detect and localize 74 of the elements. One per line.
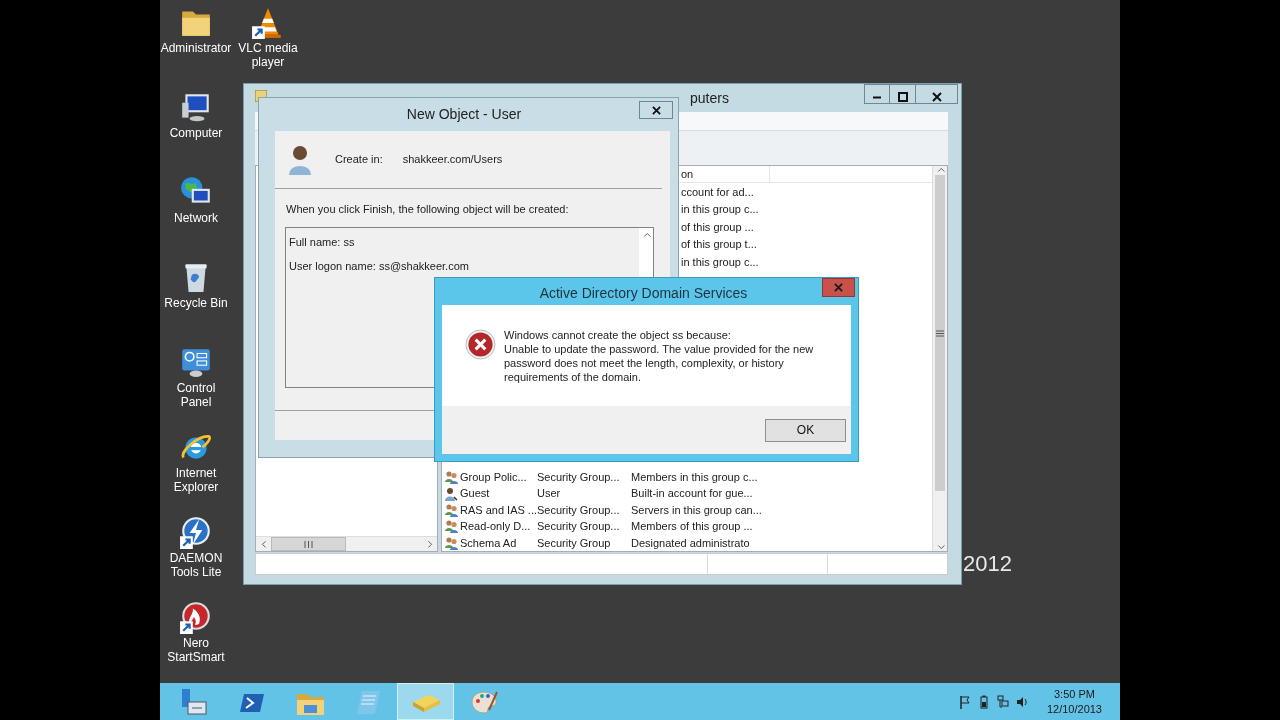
table-cell-text: Built-in account for gue... bbox=[631, 486, 753, 502]
chevron-up-icon bbox=[936, 166, 945, 174]
table-cell-text: Security Group... bbox=[537, 502, 621, 518]
table-cell-text: of this group ... bbox=[681, 219, 754, 235]
group-icon bbox=[444, 503, 458, 518]
wallpaper-text: 2012 bbox=[963, 550, 1012, 578]
dialog-title: Active Directory Domain Services bbox=[538, 284, 749, 303]
close-icon bbox=[931, 92, 942, 102]
desktop-icon-label[interactable]: VLC media player bbox=[232, 41, 304, 69]
table-cell[interactable]: Guest bbox=[460, 485, 490, 502]
close-icon bbox=[834, 283, 843, 292]
ok-button[interactable]: OK bbox=[765, 418, 846, 442]
table-cell-text: Members of this group ... bbox=[631, 519, 753, 535]
close-icon bbox=[651, 105, 661, 115]
table-cell[interactable]: Read-only D... bbox=[460, 518, 531, 535]
table-cell-text: Designated administrato bbox=[631, 535, 750, 551]
message-text: Windows cannot create the object ss because: bbox=[504, 328, 732, 342]
dialog-title: New Object - User bbox=[405, 105, 523, 124]
table-cell-text: in this group c... bbox=[681, 202, 759, 218]
error-icon bbox=[465, 329, 496, 360]
grip-icon bbox=[304, 540, 313, 548]
chevron-up-icon bbox=[642, 231, 651, 239]
maximize-icon bbox=[897, 92, 908, 102]
window-title: puters bbox=[690, 89, 729, 108]
table-cell-text: Security Group... bbox=[537, 470, 621, 485]
scroll-thumb[interactable] bbox=[935, 175, 945, 491]
table-cell-text: Security Group... bbox=[537, 519, 621, 535]
table-cell[interactable]: Group Polic... bbox=[460, 469, 527, 486]
desktop-icon-label[interactable]: Computer bbox=[169, 126, 223, 140]
close-button[interactable] bbox=[915, 84, 958, 104]
group-icon bbox=[444, 519, 458, 534]
lightning-shortcut-icon[interactable] bbox=[179, 515, 213, 549]
desktop-icon-label[interactable]: DAEMON Tools Lite bbox=[160, 551, 232, 579]
battery-icon[interactable] bbox=[977, 694, 990, 709]
instruction-text: When you click Finish, the following object will be created: bbox=[286, 202, 570, 217]
desktop-icon-label[interactable]: Recycle Bin bbox=[164, 296, 228, 310]
summary-line: Full name: ss bbox=[289, 234, 356, 250]
close-button[interactable] bbox=[639, 101, 673, 119]
table-cell-text: Members in this group c... bbox=[631, 470, 758, 485]
summary-line: User logon name: ss@shakkeer.com bbox=[289, 258, 470, 274]
clock[interactable]: 3:50 PM 12/10/2013 bbox=[1046, 686, 1102, 717]
chevron-right-icon bbox=[425, 540, 434, 548]
flag-icon[interactable] bbox=[958, 694, 971, 709]
minimize-icon bbox=[872, 95, 882, 99]
chevron-left-icon bbox=[259, 540, 268, 548]
maximize-button[interactable] bbox=[889, 84, 916, 104]
desktop-icon-label[interactable]: Internet Explorer bbox=[160, 466, 232, 494]
field-value: shakkeer.com/Users bbox=[402, 152, 503, 168]
table-cell[interactable]: Schema Ad bbox=[460, 534, 517, 552]
desktop-icon-label[interactable]: Control Panel bbox=[160, 381, 232, 409]
flame-shortcut-icon[interactable] bbox=[179, 600, 213, 634]
network-icon[interactable] bbox=[996, 694, 1009, 709]
user-icon bbox=[444, 486, 458, 501]
chevron-down-icon bbox=[936, 543, 945, 551]
desktop-icon-label[interactable]: Administrator bbox=[160, 41, 232, 55]
clock-date: 12/10/2013 bbox=[1046, 701, 1102, 717]
group-icon bbox=[444, 470, 458, 485]
table-cell-text: Security Group bbox=[537, 535, 612, 551]
scroll-thumb[interactable] bbox=[271, 537, 346, 551]
table-cell[interactable]: RAS and IAS ... bbox=[460, 501, 538, 519]
field-label: Create in: bbox=[335, 152, 383, 168]
table-cell-text: Servers in this group can... bbox=[631, 502, 762, 518]
table-cell-text: User bbox=[537, 486, 562, 502]
group-icon bbox=[444, 535, 458, 550]
user-icon bbox=[287, 143, 313, 176]
clock-time: 3:50 PM bbox=[1053, 686, 1096, 702]
table-cell-text: of this group t... bbox=[681, 237, 757, 253]
table-cell-text: in this group c... bbox=[681, 254, 759, 270]
desktop-icon-label[interactable]: Nero StartSmart bbox=[160, 636, 232, 664]
grip-icon bbox=[936, 329, 944, 337]
desktop-icon-label[interactable]: Network bbox=[174, 211, 218, 225]
column-header[interactable]: on bbox=[680, 166, 770, 182]
message-text: Unable to update the password. The value provided for the new password does not meet the length, complexity, or history requirements of the domain. bbox=[504, 342, 815, 384]
table-cell-text: ccount for ad... bbox=[681, 184, 754, 200]
